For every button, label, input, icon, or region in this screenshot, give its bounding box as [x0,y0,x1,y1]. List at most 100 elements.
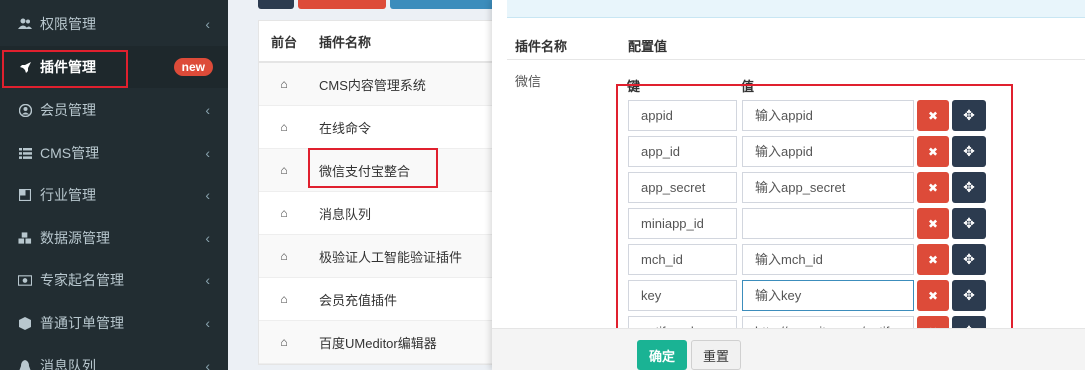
table-header: 前台 插件名称 [259,21,507,63]
close-icon: ✖ [927,252,939,267]
delete-button[interactable]: ✖ [917,100,949,131]
sidebar-item-members[interactable]: 会员管理 ‹ [0,89,228,131]
table-body: ⌂ CMS内容管理系统 ⌂ 在线命令 ⌂ 微信支付宝整合 ⌂ 消息队列 ⌂ 极验… [259,63,507,364]
kv-key-input[interactable]: app_secret [628,172,737,203]
move-button[interactable]: ✥ [952,316,986,328]
kv-value-input[interactable]: 输入app_secret [742,172,914,203]
table-row[interactable]: ⌂ 消息队列 [259,192,507,235]
sidebar-item-label: 插件管理 [40,59,96,75]
chevron-left-icon: ‹ [205,315,210,331]
panel-header-name: 插件名称 [515,39,568,54]
cubes-icon [18,231,32,245]
move-button[interactable]: ✥ [952,208,986,239]
kv-key-input[interactable]: key [628,280,737,311]
confirm-button[interactable]: 确定 [637,340,687,370]
chevron-left-icon: ‹ [205,16,210,32]
sidebar-item-queue[interactable]: 消息队列 ‹ [0,345,228,370]
home-icon[interactable]: ⌂ [259,249,309,263]
money-icon [18,273,32,287]
kv-key-input[interactable]: app_id [628,136,737,167]
plugin-name: 百度UMeditor编辑器 [319,335,437,351]
sidebar-item-label: CMS管理 [40,145,100,161]
move-button[interactable]: ✥ [952,172,986,203]
move-icon: ✥ [963,107,975,123]
config-panel: 插件名称 配置值 微信 键 值 appid 输入appid ✖ ✥ app_id… [492,0,1085,370]
column-header-frontend: 前台 [270,34,297,50]
home-icon[interactable]: ⌂ [259,292,309,306]
move-button[interactable]: ✥ [952,244,986,275]
kv-value-header: 值 [741,79,755,94]
sidebar-item-orders[interactable]: 普通订单管理 ‹ [0,302,228,344]
sidebar-item-plugins[interactable]: 插件管理 new [0,46,228,88]
chevron-left-icon: ‹ [205,272,210,288]
panel-header-value: 配置值 [628,39,668,54]
move-button[interactable]: ✥ [952,100,986,131]
close-icon: ✖ [927,144,939,159]
close-icon: ✖ [927,216,939,231]
sidebar-item-label: 专家起名管理 [40,272,124,288]
table-row[interactable]: ⌂ 微信支付宝整合 [259,149,507,192]
rocket-icon [18,60,32,74]
close-icon: ✖ [927,108,939,123]
kv-value-input[interactable]: http://yoursite.com/notify [742,316,914,328]
kv-row: miniapp_id ✖ ✥ [628,208,1000,240]
home-icon[interactable]: ⌂ [259,120,309,134]
list-icon [18,146,32,160]
home-icon[interactable]: ⌂ [259,163,309,177]
kv-row: app_secret 输入app_secret ✖ ✥ [628,172,1000,204]
move-button[interactable]: ✥ [952,280,986,311]
table-row[interactable]: ⌂ 百度UMeditor编辑器 [259,321,507,364]
table-row[interactable]: ⌂ 会员充值插件 [259,278,507,321]
kv-key-header: 键 [627,79,641,94]
plugin-name: 极验证人工智能验证插件 [319,249,463,265]
kv-editor: 键 值 appid 输入appid ✖ ✥ app_id 输入appid ✖ ✥… [615,70,1013,328]
kv-key-input[interactable]: notify_url [628,316,737,328]
sidebar-item-label: 普通订单管理 [40,315,124,331]
app-root: 权限管理 ‹ 插件管理 new 会员管理 ‹ CMS管理 ‹ 行业管理 ‹ 数据… [0,0,1085,370]
panel-footer: 确定 重置 [492,328,1085,370]
table-row[interactable]: ⌂ CMS内容管理系统 [259,63,507,106]
kv-value-input[interactable]: 输入key [742,280,914,311]
bell-icon [18,359,32,370]
delete-button[interactable]: ✖ [917,244,949,275]
toolbar-button[interactable] [258,0,294,9]
kv-row: key 输入key ✖ ✥ [628,280,1000,312]
table-row[interactable]: ⌂ 在线命令 [259,106,507,149]
sidebar-item-industry[interactable]: 行业管理 ‹ [0,174,228,216]
delete-button[interactable]: ✖ [917,316,949,328]
kv-row: mch_id 输入mch_id ✖ ✥ [628,244,1000,276]
column-header-plugin-name: 插件名称 [319,34,372,50]
reset-button[interactable]: 重置 [691,340,741,370]
chevron-left-icon: ‹ [205,102,210,118]
delete-button[interactable]: ✖ [917,208,949,239]
kv-value-input[interactable]: 输入appid [742,136,914,167]
kv-value-input[interactable]: 输入mch_id [742,244,914,275]
sidebar-item-expert-naming[interactable]: 专家起名管理 ‹ [0,259,228,301]
toolbar-button[interactable] [390,0,508,9]
sidebar-item-cms[interactable]: CMS管理 ‹ [0,132,228,174]
sidebar-item-label: 会员管理 [40,102,96,118]
delete-button[interactable]: ✖ [917,172,949,203]
divider [507,59,1085,60]
kv-row: notify_url http://yoursite.com/notify ✖ … [628,316,1000,328]
kv-row: appid 输入appid ✖ ✥ [628,100,1000,132]
delete-button[interactable]: ✖ [917,136,949,167]
kv-key-input[interactable]: miniapp_id [628,208,737,239]
home-icon[interactable]: ⌂ [259,206,309,220]
cube-icon [18,316,32,330]
chevron-left-icon: ‹ [205,145,210,161]
sidebar-item-datasource[interactable]: 数据源管理 ‹ [0,217,228,259]
move-icon: ✥ [963,251,975,267]
home-icon[interactable]: ⌂ [259,335,309,349]
delete-button[interactable]: ✖ [917,280,949,311]
toolbar-button[interactable] [298,0,386,9]
kv-key-input[interactable]: mch_id [628,244,737,275]
kv-value-input[interactable] [742,208,914,239]
kv-key-input[interactable]: appid [628,100,737,131]
kv-value-input[interactable]: 输入appid [742,100,914,131]
sidebar-item-permissions[interactable]: 权限管理 ‹ [0,3,228,45]
home-icon[interactable]: ⌂ [259,77,309,91]
move-button[interactable]: ✥ [952,136,986,167]
sidebar-item-label: 数据源管理 [40,230,110,246]
table-row[interactable]: ⌂ 极验证人工智能验证插件 [259,235,507,278]
